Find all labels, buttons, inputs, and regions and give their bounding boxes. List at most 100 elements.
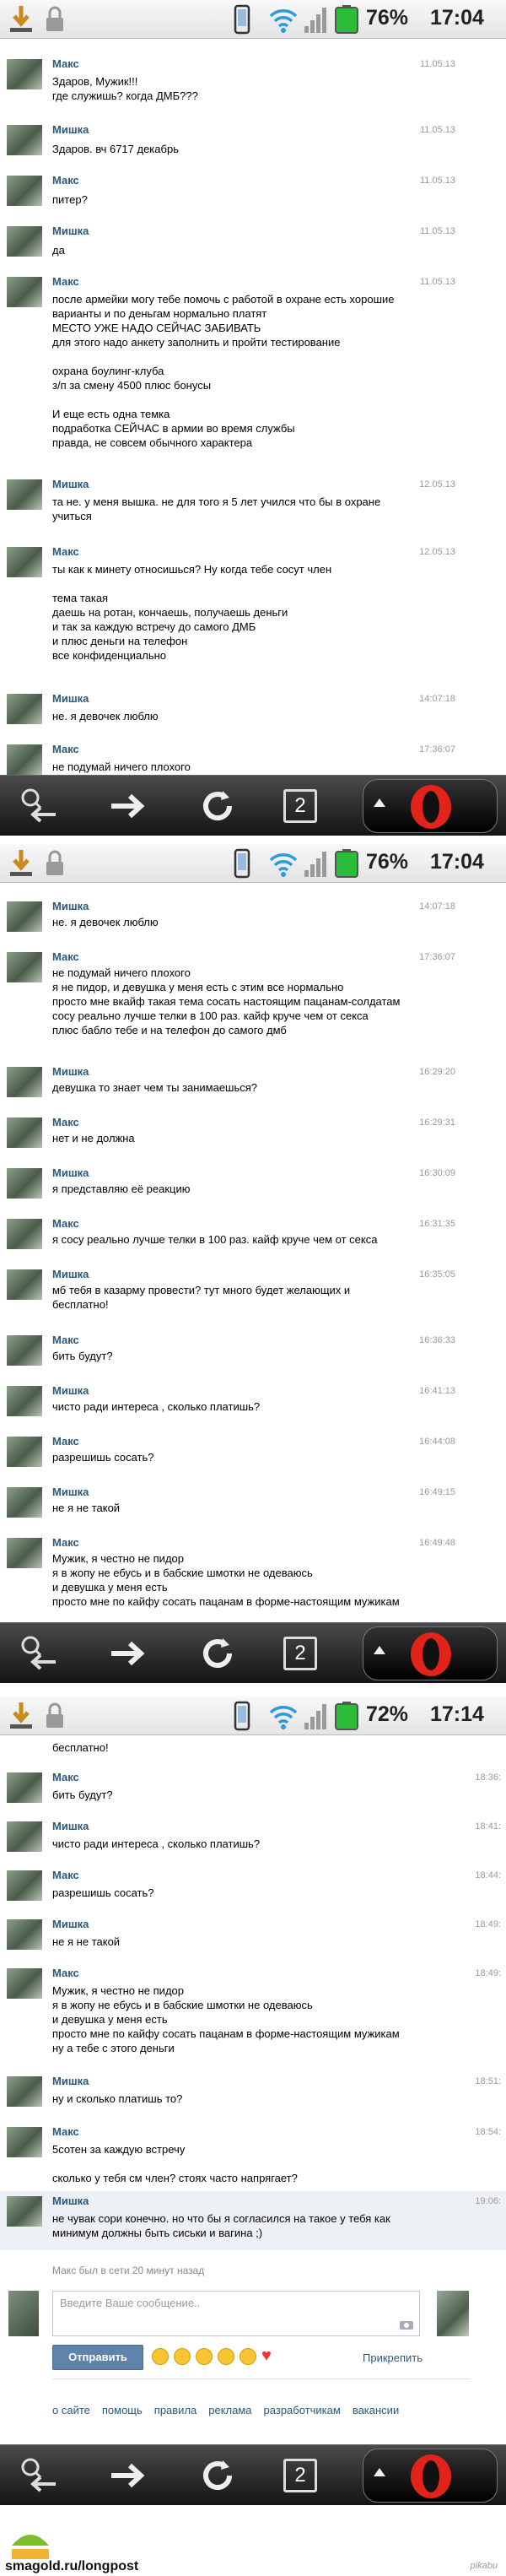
avatar[interactable]: [7, 547, 42, 577]
forward-arrow-icon[interactable]: [108, 786, 148, 826]
footer-link-rules[interactable]: правила: [154, 2404, 196, 2416]
avatar[interactable]: [7, 744, 42, 775]
avatar[interactable]: [7, 1335, 42, 1366]
message-input[interactable]: Введите Ваше сообщение..: [52, 2291, 420, 2336]
avatar[interactable]: [7, 1968, 42, 1999]
battery-percent: 76%: [366, 850, 409, 874]
footer-link-help[interactable]: помощь: [102, 2404, 143, 2416]
sender-name[interactable]: Макс: [52, 1435, 79, 1448]
message-feed[interactable]: Макс 11.05.13 Здаров, Мужик!!! где служишь…: [0, 41, 506, 775]
sender-name[interactable]: Мишка: [52, 2194, 89, 2207]
avatar[interactable]: [7, 2127, 42, 2157]
sender-name[interactable]: Макс: [52, 1334, 79, 1346]
avatar[interactable]: [7, 1168, 42, 1199]
sender-name[interactable]: Мишка: [52, 1486, 89, 1498]
caret-up-icon: [374, 798, 385, 807]
opera-menu-button[interactable]: [363, 779, 498, 833]
sender-name[interactable]: Мишка: [52, 1820, 89, 1832]
avatar[interactable]: [7, 2076, 42, 2107]
sender-name[interactable]: Макс: [52, 1771, 79, 1783]
tabs-button[interactable]: 2: [283, 789, 317, 823]
sender-name[interactable]: Мишка: [52, 123, 89, 136]
sender-name[interactable]: Мишка: [52, 2075, 89, 2087]
sender-name[interactable]: Мишка: [52, 225, 89, 237]
avatar[interactable]: [7, 176, 42, 206]
avatar[interactable]: [7, 1386, 42, 1416]
reload-icon[interactable]: [197, 1633, 238, 1674]
sender-name[interactable]: Макс: [52, 2125, 79, 2138]
message-feed[interactable]: Мишка 14:07:18 не. я девочек люблю Макс 17:…: [0, 885, 506, 1622]
sender-name[interactable]: Мишка: [52, 1384, 89, 1397]
tabs-button[interactable]: 2: [283, 2459, 317, 2492]
avatar[interactable]: [7, 277, 42, 307]
avatar[interactable]: [7, 901, 42, 932]
emoji-wink-icon[interactable]: [218, 2348, 234, 2365]
send-button[interactable]: Отправить: [52, 2345, 143, 2370]
avatar[interactable]: [7, 1219, 42, 1249]
forward-arrow-icon[interactable]: [108, 2455, 148, 2496]
avatar[interactable]: [7, 1269, 42, 1300]
avatar[interactable]: [7, 1118, 42, 1148]
sender-name[interactable]: Макс: [52, 174, 79, 187]
message-feed[interactable]: бесплатно! Макс 18:36: бить будут? Мишка 18…: [0, 1737, 506, 2444]
avatar[interactable]: [7, 952, 42, 982]
sender-name[interactable]: Макс: [52, 545, 79, 558]
back-zoom-icon[interactable]: [19, 1633, 59, 1674]
forward-arrow-icon[interactable]: [108, 1633, 148, 1674]
phone-icon: [234, 1701, 250, 1731]
avatar[interactable]: [7, 694, 42, 724]
emoji-grin-icon[interactable]: [196, 2348, 213, 2365]
avatar[interactable]: [7, 59, 42, 89]
avatar[interactable]: [7, 2196, 42, 2227]
avatar[interactable]: [7, 1437, 42, 1467]
tabs-button[interactable]: 2: [283, 1637, 317, 1670]
message-time: 14:07:18: [419, 901, 455, 912]
sender-name[interactable]: Макс: [52, 1536, 79, 1549]
sender-name[interactable]: Мишка: [52, 478, 89, 490]
back-zoom-icon[interactable]: [19, 2455, 59, 2496]
avatar[interactable]: [7, 226, 42, 257]
sender-name[interactable]: Мишка: [52, 1166, 89, 1179]
sender-name[interactable]: Мишка: [52, 900, 89, 912]
avatar[interactable]: [7, 1919, 42, 1950]
camera-icon[interactable]: [399, 2319, 414, 2330]
sender-name[interactable]: Макс: [52, 950, 79, 963]
sender-name[interactable]: Макс: [52, 1116, 79, 1128]
sender-name[interactable]: Макс: [52, 275, 79, 288]
recipient-avatar[interactable]: [437, 2291, 469, 2336]
sender-name[interactable]: Мишка: [52, 1918, 89, 1930]
reload-icon[interactable]: [197, 2455, 238, 2496]
message-text: я представляю её реакцию: [52, 1182, 191, 1195]
footer-link-jobs[interactable]: вакансии: [353, 2404, 399, 2416]
footer-link-about[interactable]: о сайте: [52, 2404, 90, 2416]
composer-avatar[interactable]: [8, 2291, 39, 2336]
opera-menu-button[interactable]: [363, 2449, 498, 2503]
sender-name[interactable]: Макс: [52, 57, 79, 70]
sender-name[interactable]: Мишка: [52, 1065, 89, 1078]
sender-name[interactable]: Мишка: [52, 1268, 89, 1280]
attach-link[interactable]: Прикрепить: [363, 2351, 423, 2364]
sender-name[interactable]: Мишка: [52, 692, 89, 705]
avatar[interactable]: [7, 479, 42, 510]
sender-name[interactable]: Макс: [52, 1967, 79, 1979]
footer-link-developers[interactable]: разработчикам: [264, 2404, 341, 2416]
opera-menu-button[interactable]: [363, 1626, 498, 1680]
avatar[interactable]: [7, 1538, 42, 1568]
avatar[interactable]: [7, 1772, 42, 1803]
avatar[interactable]: [7, 125, 42, 155]
avatar[interactable]: [7, 1821, 42, 1852]
emoji-heart-icon[interactable]: ♥: [261, 2346, 272, 2365]
sender-name[interactable]: Макс: [52, 1869, 79, 1881]
avatar[interactable]: [7, 1067, 42, 1097]
emoji-laugh-icon[interactable]: [240, 2348, 256, 2365]
avatar[interactable]: [7, 1870, 42, 1901]
footer-link-ads[interactable]: реклама: [208, 2404, 251, 2416]
emoji-smile-icon[interactable]: [152, 2348, 169, 2365]
reload-icon[interactable]: [197, 786, 238, 826]
wifi-icon: [269, 9, 298, 33]
back-zoom-icon[interactable]: [19, 786, 59, 826]
sender-name[interactable]: Макс: [52, 743, 79, 755]
emoji-sad-icon[interactable]: [174, 2348, 191, 2365]
sender-name[interactable]: Макс: [52, 1217, 79, 1230]
avatar[interactable]: [7, 1487, 42, 1518]
